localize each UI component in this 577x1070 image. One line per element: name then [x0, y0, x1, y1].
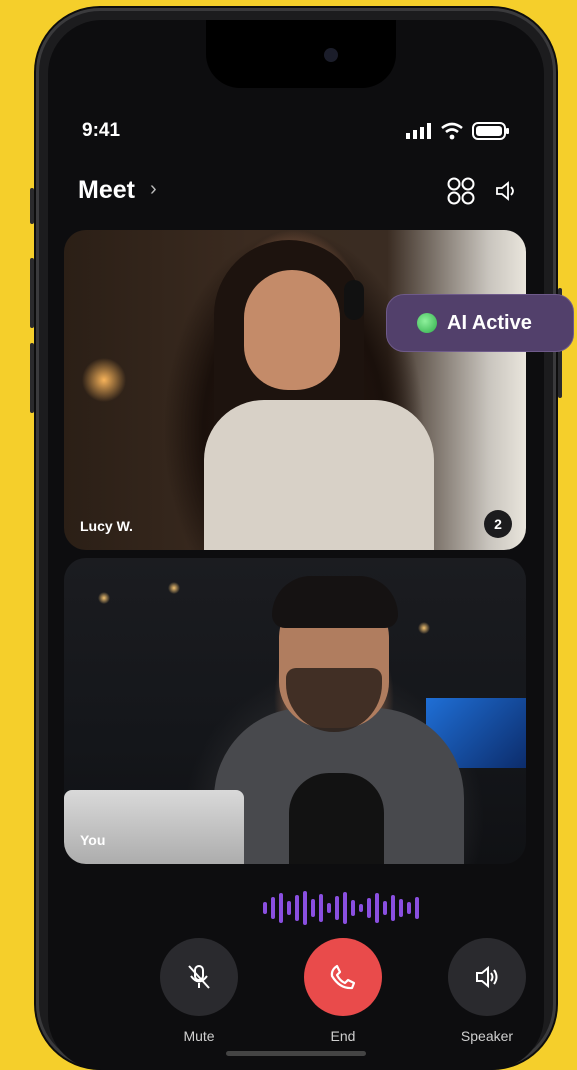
- status-dot-icon: [417, 313, 437, 333]
- volume-up-button: [30, 258, 34, 328]
- signal-icon: [406, 123, 431, 139]
- dynamic-island: [206, 20, 396, 88]
- side-button: [30, 188, 34, 224]
- volume-down-button: [30, 343, 34, 413]
- ai-status-label: AI Active: [447, 311, 532, 334]
- video-tile-self[interactable]: You: [64, 558, 526, 864]
- screen: 9:41 Meet › Lucy W. 2 You Mute End Speak…: [48, 20, 544, 1070]
- page-title[interactable]: Meet: [78, 176, 135, 205]
- end-label: End: [330, 1028, 356, 1044]
- count-badge: 2: [484, 510, 512, 538]
- speaker-label: Speaker: [460, 1028, 514, 1044]
- home-indicator[interactable]: [226, 1051, 366, 1056]
- camera-icon: [324, 48, 338, 62]
- status-bar: 9:41: [82, 120, 510, 144]
- end-call-button[interactable]: [304, 938, 382, 1016]
- ai-status-pill[interactable]: AI Active: [386, 294, 574, 352]
- headset-icon: [344, 280, 364, 320]
- phone-frame: 9:41 Meet › Lucy W. 2 You Mute End Speak…: [30, 8, 562, 1070]
- video-tile-lucy[interactable]: Lucy W. 2: [64, 230, 526, 550]
- wifi-icon: [441, 122, 463, 140]
- participant-name: Lucy W.: [80, 518, 133, 534]
- audio-waveform: [263, 890, 423, 926]
- phone-icon: [330, 964, 356, 990]
- battery-icon: [472, 122, 509, 140]
- call-controls: Mute End Speaker: [108, 938, 526, 1058]
- mute-button[interactable]: [160, 938, 238, 1016]
- meeting-header: Meet ›: [78, 170, 518, 210]
- speaker-icon[interactable]: [494, 179, 518, 203]
- chevron-right-icon[interactable]: ›: [150, 178, 157, 201]
- status-time: 9:41: [82, 120, 121, 141]
- speaker-button[interactable]: [448, 938, 526, 1016]
- participant-name: You: [80, 832, 106, 848]
- mute-label: Mute: [183, 1028, 215, 1044]
- speaker-icon: [476, 965, 498, 989]
- mic-off-icon: [188, 965, 210, 989]
- grid-view-icon[interactable]: [446, 176, 476, 206]
